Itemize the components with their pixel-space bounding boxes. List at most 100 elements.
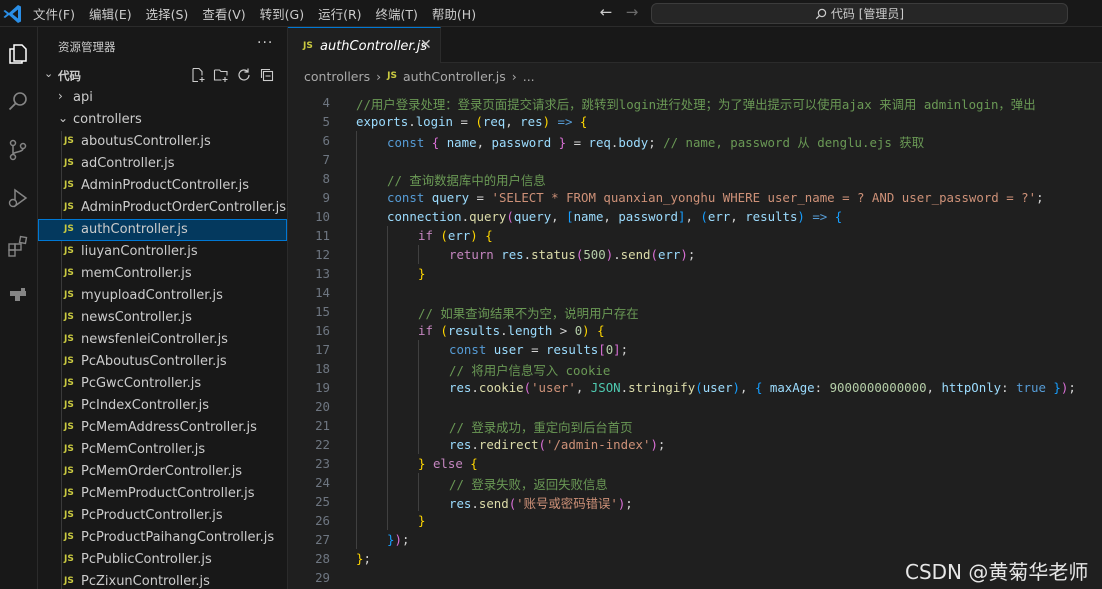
tree-file[interactable]: JS PcProductPaihangController.js xyxy=(38,527,287,549)
indent-guide xyxy=(356,511,357,530)
tree-file[interactable]: JS PcGwcController.js xyxy=(38,373,287,395)
new-folder-icon[interactable] xyxy=(213,67,229,83)
indent-guide xyxy=(418,435,419,454)
tree-folder[interactable]: › api xyxy=(38,87,287,109)
menu-item[interactable]: 终端(T) xyxy=(369,4,425,23)
menu-item[interactable]: 转到(G) xyxy=(253,4,311,23)
remote-explorer-icon[interactable] xyxy=(3,279,33,309)
close-icon[interactable]: ✕ xyxy=(420,37,432,53)
tree-file[interactable]: JS memController.js xyxy=(38,263,287,285)
line-number: 27 xyxy=(315,532,330,547)
indent-guide xyxy=(356,169,357,188)
code-line: 18 // 将用户信息写入 cookie xyxy=(288,359,1102,378)
workspace-section-header[interactable]: ⌄ 代码 xyxy=(38,65,287,87)
code-token: body xyxy=(618,135,649,150)
tree-file[interactable]: JS AdminProductController.js xyxy=(38,175,287,197)
indent-guide xyxy=(418,245,419,264)
more-actions-icon[interactable]: ··· xyxy=(257,35,273,51)
line-number: 18 xyxy=(315,361,330,376)
code-token: : xyxy=(814,380,830,395)
js-file-icon: JS xyxy=(64,202,74,212)
explorer-files-icon[interactable] xyxy=(3,39,33,69)
js-file-icon: JS xyxy=(64,510,74,520)
menu-item[interactable]: 帮助(H) xyxy=(425,4,483,23)
extensions-icon[interactable] xyxy=(3,231,33,261)
menu-item[interactable]: 编辑(E) xyxy=(82,4,139,23)
code-text: if (err) { xyxy=(418,228,493,243)
code-token: JSON xyxy=(590,380,621,395)
tree-file[interactable]: JS myuploadController.js xyxy=(38,285,287,307)
breadcrumb-folder[interactable]: controllers xyxy=(304,69,370,84)
breadcrumb-symbol[interactable]: ... xyxy=(523,69,535,84)
menu-item[interactable]: 文件(F) xyxy=(26,4,82,23)
search-icon[interactable] xyxy=(3,87,33,117)
tree-item-label: controllers xyxy=(73,112,142,127)
code-token: ( xyxy=(650,247,658,262)
code-token: ; xyxy=(401,532,410,547)
source-control-icon[interactable] xyxy=(3,135,33,165)
code-token: ; xyxy=(363,551,371,566)
tree-file[interactable]: JS PcProductController.js xyxy=(38,505,287,527)
code-token: err xyxy=(447,228,471,243)
tab-authcontroller[interactable]: JS authController.js ✕ xyxy=(288,27,441,63)
breadcrumb-file[interactable]: authController.js xyxy=(403,69,506,84)
code-token: // 如果查询结果不为空，说明用户存在 xyxy=(418,306,639,321)
indent-guide xyxy=(356,340,357,359)
tree-file[interactable]: JS PcMemOrderController.js xyxy=(38,461,287,483)
code-token: ) xyxy=(394,532,402,547)
code-token: ) xyxy=(650,437,658,452)
indent-guide xyxy=(356,492,357,511)
collapse-all-icon[interactable] xyxy=(259,67,275,83)
forward-arrow-icon[interactable]: → xyxy=(623,3,641,21)
menu-item[interactable]: 选择(S) xyxy=(139,4,196,23)
tree-file[interactable]: JS PcMemProductController.js xyxy=(38,483,287,505)
code-text: const query = 'SELECT * FROM quanxian_yo… xyxy=(387,190,1044,205)
tree-file[interactable]: JS liuyanController.js xyxy=(38,241,287,263)
tree-file[interactable]: JS PcMemController.js xyxy=(38,439,287,461)
run-and-debug-icon[interactable] xyxy=(3,183,33,213)
code-token: } xyxy=(558,135,567,150)
back-arrow-icon[interactable]: ← xyxy=(597,3,615,21)
tree-item-label: PcMemAddressController.js xyxy=(81,420,257,435)
tree-file[interactable]: JS newsfenleiController.js xyxy=(38,329,287,351)
code-token: password xyxy=(491,135,552,150)
tree-folder[interactable]: ⌄ controllers xyxy=(38,109,287,131)
tree-file[interactable]: JS PcAboutusController.js xyxy=(38,351,287,373)
indent-guide xyxy=(387,359,388,378)
new-file-icon[interactable] xyxy=(190,67,206,83)
indent-guide xyxy=(356,264,357,283)
code-token: , xyxy=(740,380,755,395)
tree-file[interactable]: JS PcMemAddressController.js xyxy=(38,417,287,439)
tree-file[interactable]: JS aboutusController.js xyxy=(38,131,287,153)
command-center-search[interactable]: 代码 [管理员] xyxy=(651,3,1068,24)
code-editor[interactable]: 4 //用户登录处理：登录页面提交请求后，跳转到login进行处理；为了弹出提示可… xyxy=(288,89,1102,589)
js-file-icon: JS xyxy=(64,444,74,454)
refresh-icon[interactable] xyxy=(236,67,252,83)
code-token: cookie xyxy=(478,380,524,395)
explorer-title: 资源管理器 xyxy=(58,40,116,54)
code-line: 11 if (err) { xyxy=(288,226,1102,245)
tree-file[interactable]: JS adController.js xyxy=(38,153,287,175)
js-file-icon: JS xyxy=(64,224,74,234)
tree-file[interactable]: JS PcPublicController.js xyxy=(38,549,287,571)
menu-item[interactable]: 运行(R) xyxy=(311,4,368,23)
line-number: 5 xyxy=(322,114,330,129)
tree-file[interactable]: JS newsController.js xyxy=(38,307,287,329)
tree-file[interactable]: JS PcIndexController.js xyxy=(38,395,287,417)
code-line: 15 // 如果查询结果不为空，说明用户存在 xyxy=(288,302,1102,321)
tree-file[interactable]: JS PcZixunController.js xyxy=(38,571,287,589)
code-line: 16 if (results.length > 0) { xyxy=(288,321,1102,340)
menu-item[interactable]: 查看(V) xyxy=(195,4,252,23)
code-token: const xyxy=(449,342,487,357)
code-token: => xyxy=(557,114,573,129)
tree-file[interactable]: JS AdminProductOrderController.js xyxy=(38,197,287,219)
code-token: res xyxy=(501,247,524,262)
tree-file[interactable]: JS authController.js xyxy=(38,219,287,241)
code-token: ) xyxy=(797,209,805,224)
code-token: ; xyxy=(1036,190,1044,205)
code-token: res xyxy=(449,437,472,452)
code-token: , xyxy=(685,209,701,224)
